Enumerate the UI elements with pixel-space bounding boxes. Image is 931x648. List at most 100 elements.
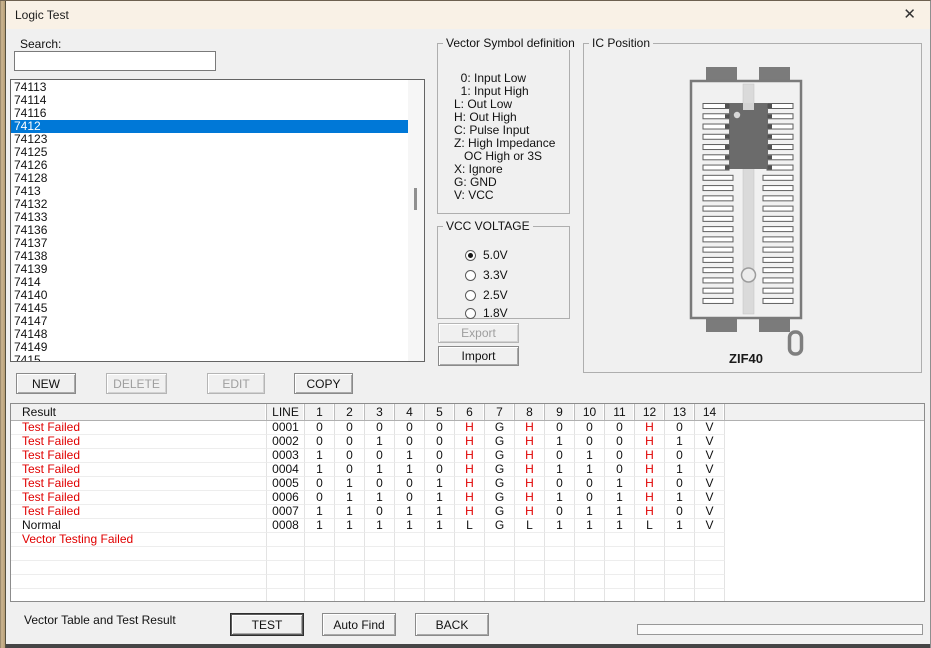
export-button[interactable]: Export	[438, 323, 519, 343]
socket-pin	[763, 247, 793, 252]
table-cell: Test Failed	[11, 505, 267, 519]
device-list-item[interactable]: 7413	[11, 185, 408, 198]
table-row[interactable]: Test Failed000310010HGH010H0V	[11, 449, 924, 463]
device-list-item[interactable]: 74116	[11, 107, 408, 120]
device-list-item[interactable]: 74113	[11, 81, 408, 94]
socket-pin	[703, 288, 733, 293]
vector-symbol-groupbox: Vector Symbol definition 0: Input Low 1:…	[437, 43, 570, 214]
column-header-14[interactable]: 14	[695, 404, 725, 420]
table-cell: 0	[575, 435, 605, 449]
column-header-result[interactable]: Result	[11, 404, 267, 420]
device-list-item[interactable]: 74137	[11, 237, 408, 250]
table-cell	[545, 547, 575, 561]
close-icon[interactable]: ✕	[899, 5, 920, 23]
table-cell: H	[515, 477, 545, 491]
vector-symbol-line: V: VCC	[454, 189, 565, 202]
device-list-item[interactable]: 74133	[11, 211, 408, 224]
table-cell: 0	[365, 421, 395, 435]
device-list-item[interactable]: 7415	[11, 354, 408, 361]
device-list-item[interactable]: 74132	[11, 198, 408, 211]
table-row[interactable]: Test Failed000711011HGH011H0V	[11, 505, 924, 519]
socket-pin	[703, 237, 733, 242]
column-header-8[interactable]: 8	[515, 404, 545, 420]
socket-pin	[703, 196, 733, 201]
table-cell	[575, 533, 605, 547]
ic-chip-lead	[768, 155, 773, 159]
auto-find-button[interactable]: Auto Find	[322, 613, 396, 636]
table-cell-filler	[725, 547, 924, 561]
column-header-6[interactable]: 6	[455, 404, 485, 420]
import-button[interactable]: Import	[438, 346, 519, 366]
new-button[interactable]: NEW	[16, 373, 76, 394]
device-list-item[interactable]: 7412	[11, 120, 408, 133]
table-row[interactable]: Test Failed000100000HGH000H0V	[11, 421, 924, 435]
column-header-5[interactable]: 5	[425, 404, 455, 420]
column-header-7[interactable]: 7	[485, 404, 515, 420]
socket-pin	[703, 268, 733, 273]
device-list-item[interactable]: 74114	[11, 94, 408, 107]
table-cell: G	[485, 491, 515, 505]
column-header-3[interactable]: 3	[365, 404, 395, 420]
column-header-line[interactable]: LINE	[267, 404, 305, 420]
column-header-12[interactable]: 12	[635, 404, 665, 420]
table-row[interactable]: Test Failed000200100HGH100H1V	[11, 435, 924, 449]
table-row[interactable]: Normal000811111LGL111L1V	[11, 519, 924, 533]
column-header-11[interactable]: 11	[605, 404, 635, 420]
device-list-item[interactable]: 74147	[11, 315, 408, 328]
column-header-9[interactable]: 9	[545, 404, 575, 420]
list-scrollbar[interactable]	[408, 80, 424, 361]
copy-button[interactable]: COPY	[294, 373, 353, 394]
device-list-item[interactable]: 74148	[11, 328, 408, 341]
table-cell	[635, 589, 665, 602]
back-button[interactable]: BACK	[415, 613, 489, 636]
table-row[interactable]: Vector Testing Failed	[11, 533, 924, 547]
table-cell: 0	[665, 421, 695, 435]
device-list-item[interactable]: 74145	[11, 302, 408, 315]
table-cell: V	[695, 435, 725, 449]
column-header-2[interactable]: 2	[335, 404, 365, 420]
device-list-item[interactable]: 74126	[11, 159, 408, 172]
column-header-13[interactable]: 13	[665, 404, 695, 420]
device-list-item[interactable]: 74125	[11, 146, 408, 159]
table-cell-filler	[725, 533, 924, 547]
delete-button[interactable]: DELETE	[106, 373, 167, 394]
device-list-item[interactable]: 74140	[11, 289, 408, 302]
device-list-item[interactable]: 7414	[11, 276, 408, 289]
column-header-4[interactable]: 4	[395, 404, 425, 420]
vcc-option-1.8v[interactable]: 1.8V	[465, 306, 508, 320]
table-row[interactable]: Test Failed000501001HGH001H0V	[11, 477, 924, 491]
device-list-item[interactable]: 74128	[11, 172, 408, 185]
device-list-item[interactable]: 74123	[11, 133, 408, 146]
device-listbox[interactable]: 7411374114741167412741237412574126741287…	[10, 79, 425, 362]
device-list-item[interactable]: 74138	[11, 250, 408, 263]
vcc-option-2.5v[interactable]: 2.5V	[465, 288, 508, 302]
table-cell	[515, 589, 545, 602]
edit-button[interactable]: EDIT	[207, 373, 265, 394]
table-cell: V	[695, 491, 725, 505]
table-cell	[605, 533, 635, 547]
table-cell: V	[695, 519, 725, 533]
table-row[interactable]: Test Failed000601101HGH101H1V	[11, 491, 924, 505]
column-header-10[interactable]: 10	[575, 404, 605, 420]
table-cell: H	[515, 491, 545, 505]
table-cell	[695, 547, 725, 561]
radio-label: 1.8V	[483, 306, 508, 320]
search-input[interactable]	[14, 51, 216, 71]
vcc-option-5.0v[interactable]: 5.0V	[465, 248, 508, 262]
result-table: ResultLINE1234567891011121314 Test Faile…	[10, 403, 925, 602]
test-button[interactable]: TEST	[230, 613, 304, 636]
column-header-1[interactable]: 1	[305, 404, 335, 420]
table-cell: 1	[605, 505, 635, 519]
table-cell: G	[485, 477, 515, 491]
device-list-item[interactable]: 74149	[11, 341, 408, 354]
table-row[interactable]: Test Failed000410110HGH110H1V	[11, 463, 924, 477]
table-cell: 1	[605, 477, 635, 491]
table-cell-filler	[725, 477, 924, 491]
table-cell-filler	[725, 491, 924, 505]
device-list-item[interactable]: 74139	[11, 263, 408, 276]
device-list-item[interactable]: 74136	[11, 224, 408, 237]
vcc-option-3.3v[interactable]: 3.3V	[465, 268, 508, 282]
table-empty-row	[11, 575, 924, 589]
socket-pin	[763, 175, 793, 180]
list-scrollbar-thumb[interactable]	[414, 188, 417, 210]
